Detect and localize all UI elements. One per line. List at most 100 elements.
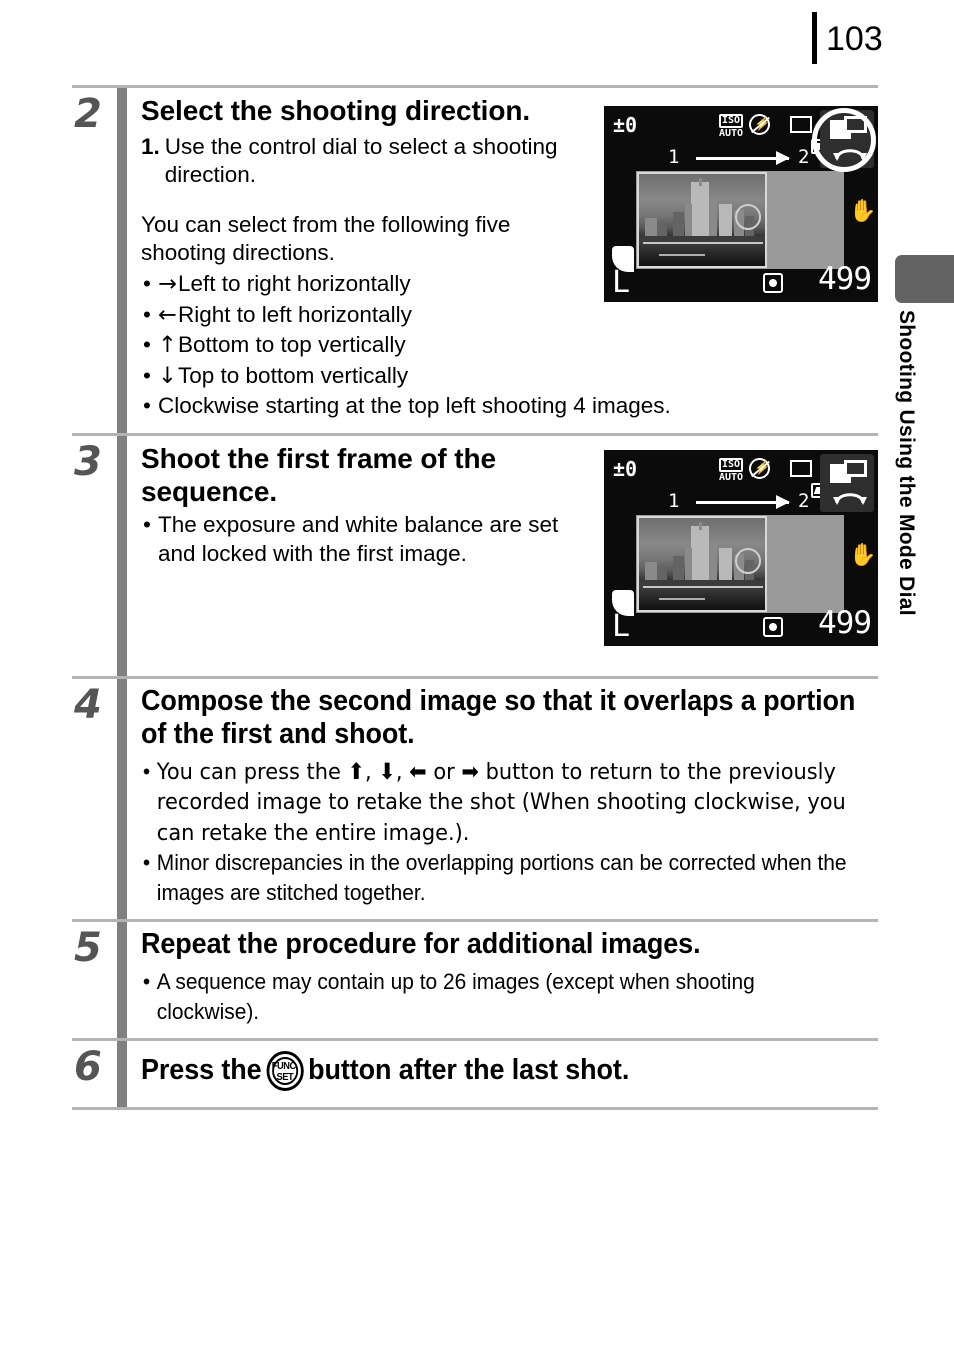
image-stabilizer-icon: ✋ [849,541,877,567]
step-6: 6 Press the FUNC. SET button after the last… [72,1041,878,1107]
step-notes: You can press the ⬆, ⬇, ⬅ or ➡ button to… [141,757,862,908]
step-title-after: button after the last shot. [308,1054,630,1086]
list-item-label: Right to left horizontally [178,301,412,327]
flash-off-icon [749,114,770,135]
step-number: 6 [74,1044,102,1090]
image-quality-label: L [612,265,631,300]
single-shot-icon [790,116,812,133]
func-set-top-label: FUNC. [271,1061,299,1072]
step-number-column: 6 [72,1041,117,1107]
list-item: ←Right to left horizontally [141,300,878,331]
step-body: Shoot the first frame of the sequence. T… [127,436,878,676]
numbered-item-text: Use the control dial to select a shootin… [164,134,558,187]
step-number-column: 3 [72,436,117,676]
step-notes: A sequence may contain up to 26 images (… [141,967,862,1026]
step-bar [117,678,127,919]
sequence-index-to: 2 [798,146,810,168]
stitch-assist-icon [830,459,868,484]
iso-label: ISO [719,114,744,128]
iso-value: AUTO [719,128,744,139]
exposure-compensation-value: ±0 [613,456,638,481]
side-tab-label: Shooting Using the Mode Dial [895,310,918,616]
list-item-label: You can press the ⬆, ⬇, ⬅ or ➡ button to… [156,758,846,846]
step-number: 3 [74,438,102,485]
step-title-before: Press the [141,1054,262,1086]
list-item: Minor discrepancies in the overlapping p… [141,848,862,907]
side-tab-marker [895,255,954,303]
arrow-up-icon: ↑ [158,332,177,358]
step-number-column: 4 [72,679,117,920]
image-stabilizer-icon: ✋ [849,198,877,223]
step-2: 2 Select the shooting direction. 1. Use … [72,88,878,433]
arrow-down-icon: ↓ [158,362,177,389]
exposure-compensation-value: ±0 [613,113,638,137]
evaluative-metering-icon [763,273,783,293]
iso-value: AUTO [719,471,744,483]
step-3: 3 Shoot the first frame of the sequence.… [72,435,878,676]
image-quality-label: L [612,608,631,644]
step-bar [117,1041,127,1107]
step-notes: The exposure and white balance are set a… [141,510,591,569]
step-body: Compose the second image so that it over… [127,679,931,920]
camera-lcd-preview-step3: ±0 ISO AUTO ⚡ 1 2 L 499 ✋ [604,449,878,646]
sequence-index-from: 1 [668,146,680,168]
single-shot-icon [790,459,812,477]
iso-indicator: ISO AUTO [719,457,744,483]
arrow-left-icon: ← [158,301,177,328]
step-number-column: 2 [72,88,117,433]
shots-remaining: 499 [818,261,872,297]
step-title: Select the shooting direction. [141,95,531,126]
step-bar [117,88,127,433]
step-divider [72,1107,878,1110]
step-body: Press the FUNC. SET button after the last s… [127,1041,931,1107]
list-item: ↓Top to bottom vertically [141,361,878,392]
list-item-label: Minor discrepancies in the overlapping p… [156,850,847,905]
list-item: ↑Bottom to top vertically [141,330,878,361]
step-title: Press the FUNC. SET button after the last s… [141,1051,876,1091]
step-body: Repeat the procedure for additional imag… [127,922,931,1038]
step-title: Repeat the procedure for additional imag… [141,928,701,960]
step-title: Shoot the first frame of the sequence. [141,442,496,507]
evaluative-metering-icon [763,616,783,637]
step-paragraph: You can select from the following five s… [141,212,511,265]
step-bar [117,922,127,1038]
direction-arrow-icon [696,151,790,165]
sequence-index-from: 1 [668,489,680,512]
list-item-label: Top to bottom vertically [178,362,409,388]
page-number-rule [812,12,817,64]
numbered-item: 1. Use the control dial to select a shoo… [141,133,571,189]
step-body: Select the shooting direction. 1. Use th… [127,88,878,433]
iso-label: ISO [719,457,744,472]
step-title: Compose the second image so that it over… [141,684,856,750]
list-item-label: Clockwise starting at the top left shoot… [158,393,671,418]
step-number: 2 [74,91,102,137]
list-item: Clockwise starting at the top left shoot… [141,391,878,421]
step-number: 4 [74,681,102,728]
shots-remaining: 499 [818,604,872,641]
func-set-button-icon: FUNC. SET [266,1051,304,1091]
page-number: 103 [826,20,883,58]
captured-photo [637,172,767,268]
sequence-index-to: 2 [798,489,810,512]
flash-off-icon [749,457,770,479]
list-item-label: A sequence may contain up to 26 images (… [156,969,755,1024]
step-number-column: 5 [72,922,117,1038]
step-5: 5 Repeat the procedure for additional im… [72,922,878,1038]
step-bar [117,435,127,676]
list-item-label: Bottom to top vertically [178,332,406,357]
camera-lcd-preview-step2: ±0 ISO AUTO ⚡ 1 2 L 499 ✋ [604,106,878,302]
func-set-bottom-label: SET [276,1072,294,1083]
highlight-ellipse [812,108,876,172]
control-dial-icon [832,488,868,506]
iso-indicator: ISO AUTO [719,114,744,139]
step-4: 4 Compose the second image so that it ov… [72,678,878,920]
list-item-label: The exposure and white balance are set a… [158,511,559,567]
list-item: The exposure and white balance are set a… [141,510,591,569]
page-header: 103 [0,0,954,80]
step-number: 5 [74,925,102,971]
arrow-right-icon: → [158,271,177,297]
steps-container: 2 Select the shooting direction. 1. Use … [72,85,878,1110]
list-item: A sequence may contain up to 26 images (… [141,967,862,1026]
direction-arrow-icon [696,494,790,509]
captured-photo [637,515,767,612]
